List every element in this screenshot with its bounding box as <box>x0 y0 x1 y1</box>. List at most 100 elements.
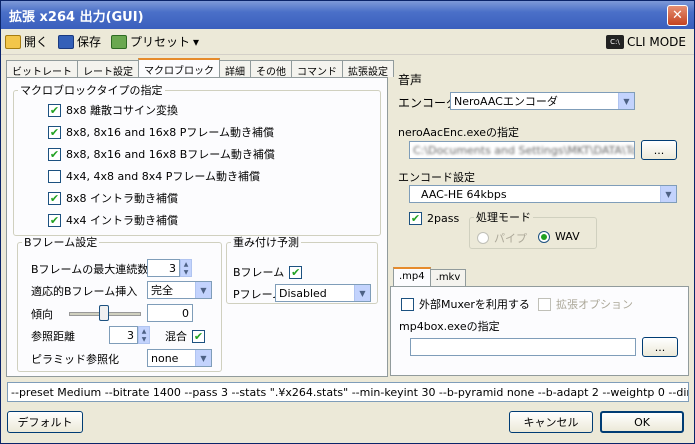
audio-pipe-radio[interactable]: パイプ <box>477 230 527 246</box>
command-line-preview[interactable]: --preset Medium --bitrate 1400 --pass 3 … <box>7 382 689 402</box>
bframe-max-input[interactable]: 3 <box>147 259 180 277</box>
cli-mode-button[interactable]: C:\ CLI MODE <box>605 35 686 49</box>
cli-mode-label: CLI MODE <box>626 35 686 49</box>
dropdown-arrow-icon: ▼ <box>195 282 211 298</box>
open-label: 開く <box>24 35 49 49</box>
save-button[interactable]: 保存 <box>58 33 101 50</box>
audio-wav-radio[interactable]: WAV <box>538 230 580 243</box>
radio-button[interactable] <box>477 232 489 244</box>
macroblock-type-title: マクロブロックタイプの指定 <box>20 84 163 97</box>
macroblock-panel: マクロブロックタイプの指定 ✔ 8x8 離散コサイン変換 ✔ 8x8, 8x16… <box>6 77 388 377</box>
bframe-bias-label: 傾向 <box>31 308 53 321</box>
select-value: NeroAACエンコーダ <box>454 95 558 108</box>
default-button[interactable]: デフォルト <box>7 411 83 433</box>
radio-label: パイプ <box>494 232 527 245</box>
ok-button[interactable]: OK <box>600 411 684 433</box>
floppy-disk-icon <box>58 34 75 49</box>
select-value: 完全 <box>151 284 173 297</box>
bframe-bias-input[interactable]: 0 <box>147 304 193 322</box>
checkbox-box[interactable]: ✔ <box>289 265 303 279</box>
tab-rate-settings[interactable]: レート設定 <box>77 60 139 78</box>
bframe-pyramid-select[interactable]: none ▼ <box>147 349 212 367</box>
bframe-ref-label: 参照距離 <box>31 330 75 343</box>
mb-b8x8-checkbox[interactable]: ✔ 8x8, 8x16 and 16x8 Bフレーム動き補償 <box>48 146 275 162</box>
checkbox-box[interactable]: ✔ <box>48 147 61 161</box>
checkbox-box[interactable]: ✔ <box>48 213 61 227</box>
bframe-ref-input[interactable]: 3 <box>109 326 138 344</box>
checkbox-label: 8x8 イントラ動き補償 <box>66 192 179 205</box>
preset-button[interactable]: プリセット ▾ <box>111 33 199 50</box>
checkbox-label: 混合 <box>165 330 187 343</box>
bframe-adaptive-select[interactable]: 完全 ▼ <box>147 281 212 299</box>
window-title: 拡張 x264 出力(GUI) <box>9 9 144 25</box>
mb-p4x4-checkbox[interactable]: 4x4, 4x8 and 8x4 Pフレーム動き補償 <box>48 168 260 184</box>
bframe-ref-spinner[interactable]: ▲ ▼ <box>138 326 150 344</box>
checkbox-box[interactable]: ✔ <box>48 103 61 117</box>
audio-encode-setting-select[interactable]: AAC-HE 64kbps ▼ <box>409 185 677 203</box>
audio-encoder-select[interactable]: NeroAACエンコーダ ▼ <box>450 92 635 110</box>
save-label: 保存 <box>77 35 102 49</box>
audio-2pass-checkbox[interactable]: ✔ 2pass <box>409 212 459 225</box>
tab-other[interactable]: その他 <box>250 60 292 78</box>
checkbox-label: 8x8, 8x16 and 16x8 Pフレーム動き補償 <box>66 126 274 139</box>
chevron-down-icon: ▾ <box>193 34 200 49</box>
mp4box-label: mp4box.exeの指定 <box>399 320 500 333</box>
checkbox-box[interactable]: ✔ <box>409 212 422 225</box>
checkbox-box[interactable]: ✔ <box>192 329 205 343</box>
checkbox-box[interactable] <box>538 297 551 311</box>
audio-exe-path-input[interactable]: C:\Documents and Settings\MKT\DATA\Too <box>409 141 635 159</box>
mb-i8x8-checkbox[interactable]: ✔ 8x8 イントラ動き補償 <box>48 190 178 206</box>
weighted-bframe-checkbox[interactable]: Bフレーム ✔ <box>233 264 303 280</box>
console-icon: C:\ <box>605 35 624 49</box>
checkbox-label: 拡張オプション <box>556 298 633 311</box>
weighted-pframe-select[interactable]: Disabled ▼ <box>275 284 371 302</box>
radio-button[interactable] <box>538 230 550 243</box>
checkbox-box[interactable]: ✔ <box>48 125 61 139</box>
bframe-bias-slider-thumb[interactable] <box>99 305 109 321</box>
mp4box-browse-button[interactable]: ... <box>642 337 678 357</box>
select-value: Disabled <box>279 286 327 300</box>
audio-mode-title: 処理モード <box>476 211 531 224</box>
bframe-max-spinner[interactable]: ▲ ▼ <box>180 259 192 277</box>
radio-selected-dot <box>541 233 547 240</box>
audio-encoder-label: エンコーダ <box>398 96 459 110</box>
mux-panel: 外部Muxerを利用する 拡張オプション mp4box.exeの指定 ... <box>390 286 689 376</box>
cancel-button[interactable]: キャンセル <box>509 411 593 433</box>
checkbox-box[interactable] <box>48 169 61 183</box>
close-button[interactable]: ✕ <box>667 5 688 26</box>
bframe-adaptive-label: 適応的Bフレーム挿入 <box>31 285 138 298</box>
audio-section-title: 音声 <box>398 73 423 87</box>
x264-settings-window: 拡張 x264 出力(GUI) ✕ 開く 保存 プリセット ▾ C:\ CLI … <box>0 0 695 444</box>
spin-down-icon: ▼ <box>183 268 189 276</box>
audio-exe-browse-button[interactable]: ... <box>641 140 677 160</box>
mp4box-path-input[interactable] <box>410 338 636 356</box>
mb-p8x8-checkbox[interactable]: ✔ 8x8, 8x16 and 16x8 Pフレーム動き補償 <box>48 124 274 140</box>
mb-i4x4-checkbox[interactable]: ✔ 4x4 イントラ動き補償 <box>48 212 178 228</box>
mb-8x8dct-checkbox[interactable]: ✔ 8x8 離散コサイン変換 <box>48 102 178 118</box>
ext-option-checkbox[interactable]: 拡張オプション <box>538 296 633 312</box>
mux-tabs: .mp4 .mkv <box>393 267 467 286</box>
dropdown-arrow-icon: ▼ <box>618 93 634 109</box>
open-button[interactable]: 開く <box>5 33 48 50</box>
bframe-title: Bフレーム設定 <box>24 236 98 249</box>
tab-macroblock[interactable]: マクロブロック <box>138 58 220 77</box>
checkbox-box[interactable] <box>401 297 414 311</box>
spin-down-icon: ▼ <box>141 335 147 343</box>
select-value: none <box>151 351 179 365</box>
checkbox-box[interactable]: ✔ <box>48 191 61 205</box>
dropdown-arrow-icon: ▼ <box>660 186 676 202</box>
dropdown-arrow-icon: ▼ <box>195 350 211 366</box>
tab-bitrate[interactable]: ビットレート <box>6 60 78 78</box>
bframe-mixed-checkbox[interactable]: 混合 ✔ <box>165 328 205 344</box>
tab-mp4[interactable]: .mp4 <box>393 267 431 286</box>
external-muxer-checkbox[interactable]: 外部Muxerを利用する <box>401 296 530 312</box>
bframe-pyramid-label: ピラミッド参照化 <box>31 353 119 366</box>
folder-open-icon <box>5 34 21 49</box>
weighted-prediction-title: 重み付け予測 <box>233 236 299 249</box>
tab-command[interactable]: コマンド <box>291 60 343 78</box>
radio-label: WAV <box>555 230 580 243</box>
tab-extended[interactable]: 拡張設定 <box>342 60 394 78</box>
tab-advanced[interactable]: 詳細 <box>219 60 251 78</box>
tab-mkv[interactable]: .mkv <box>429 269 467 286</box>
preset-book-icon <box>111 34 128 49</box>
